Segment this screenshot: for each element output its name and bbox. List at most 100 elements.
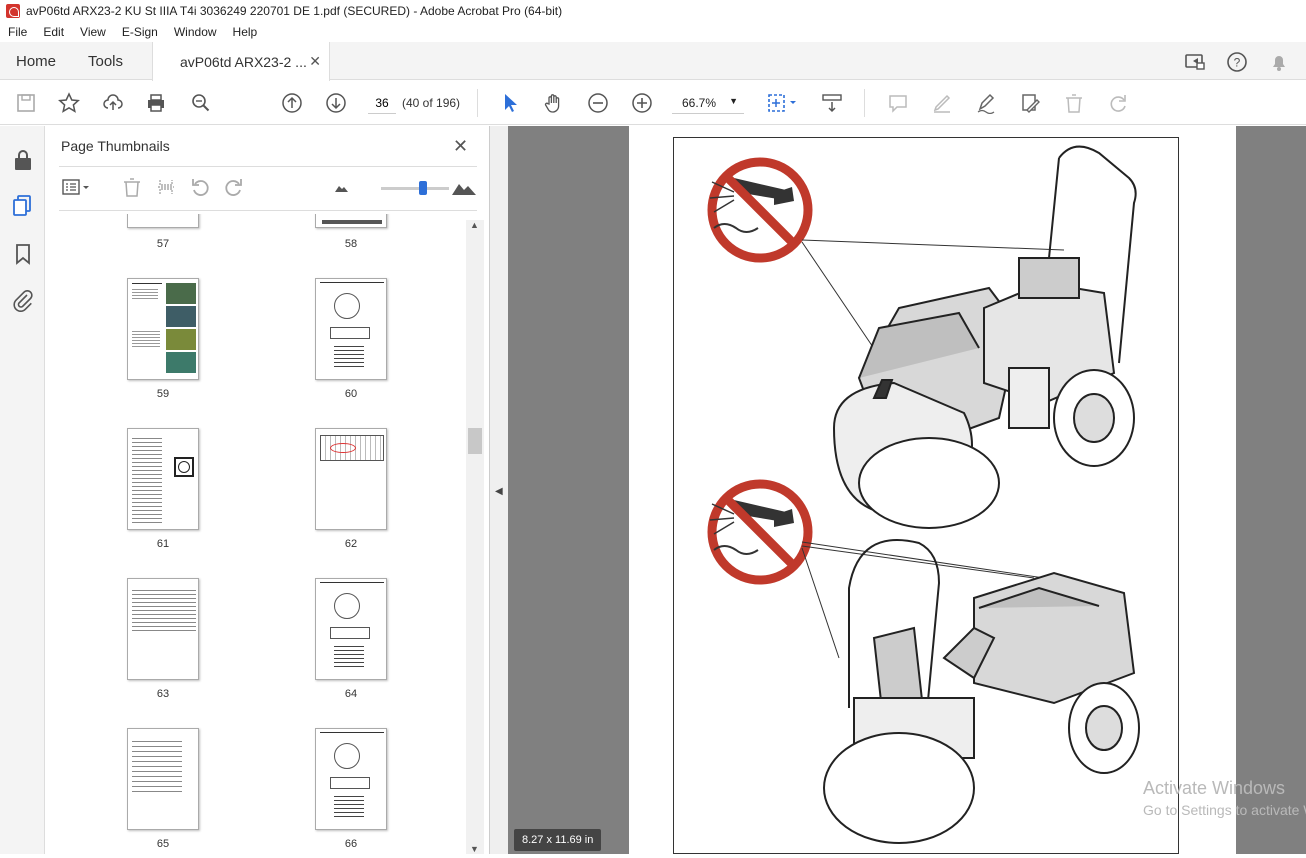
tab-bar: Home Tools avP06td ARX23-2 ... ✕ ? bbox=[0, 42, 1306, 81]
menu-esign[interactable]: E-Sign bbox=[114, 25, 166, 39]
no-pressure-washer-sign-top bbox=[707, 157, 813, 263]
menu-view[interactable]: View bbox=[72, 25, 114, 39]
page-frame bbox=[673, 137, 1179, 854]
extract-page-icon[interactable] bbox=[155, 176, 177, 198]
document-viewer[interactable]: 8.27 x 11.69 in bbox=[508, 126, 1306, 854]
share-screen-icon[interactable] bbox=[1184, 51, 1206, 73]
title-bar: avP06td ARX23-2 KU St IIIA T4i 3036249 2… bbox=[0, 0, 1306, 22]
thumbnail-scrollbar[interactable]: ▲ ▼ bbox=[466, 220, 484, 854]
close-panel-icon[interactable]: ✕ bbox=[453, 136, 468, 157]
attachments-paperclip-icon[interactable] bbox=[11, 288, 35, 312]
page-label-58: 58 bbox=[344, 238, 358, 250]
pdf-page bbox=[629, 126, 1236, 854]
page-thumbnail-65[interactable] bbox=[127, 728, 199, 830]
lock-icon[interactable] bbox=[11, 148, 35, 172]
page-thumbnail-63[interactable] bbox=[127, 578, 199, 680]
page-thumbnails-panel: Page Thumbnails ✕ 57 58 59 60 61 62 63 6… bbox=[45, 126, 490, 854]
scrollbar-thumb[interactable] bbox=[468, 428, 482, 454]
search-zoom-icon[interactable] bbox=[189, 91, 213, 115]
page-label-59: 59 bbox=[156, 388, 170, 400]
thumbnail-size-slider[interactable] bbox=[381, 181, 449, 195]
menu-window[interactable]: Window bbox=[166, 25, 225, 39]
page-thumbnails-icon[interactable] bbox=[11, 194, 35, 218]
page-label-62: 62 bbox=[344, 538, 358, 550]
tab-home[interactable]: Home bbox=[16, 42, 56, 80]
panel-divider bbox=[59, 166, 477, 167]
watermark-line-2: Go to Settings to activate Windows. bbox=[1143, 802, 1306, 818]
acrobat-pdf-icon bbox=[6, 4, 20, 18]
main-toolbar: (40 of 196) 66.7% ▼ bbox=[0, 81, 1306, 125]
scroll-mode-icon[interactable] bbox=[820, 91, 844, 115]
page-thumbnail-60[interactable] bbox=[315, 278, 387, 380]
menu-help[interactable]: Help bbox=[225, 25, 266, 39]
chevron-down-icon: ▼ bbox=[729, 96, 738, 106]
page-thumbnail-58[interactable] bbox=[315, 214, 387, 228]
thumbnail-toolbar bbox=[59, 174, 477, 202]
highlight-pen-icon[interactable] bbox=[930, 91, 954, 115]
menu-bar: File Edit View E-Sign Window Help bbox=[0, 22, 1306, 42]
page-count-label: (40 of 196) bbox=[402, 96, 461, 110]
page-size-label: 8.27 x 11.69 in bbox=[514, 829, 602, 851]
window-title: avP06td ARX23-2 KU St IIIA T4i 3036249 2… bbox=[26, 4, 563, 18]
no-pressure-washer-sign-bottom bbox=[707, 479, 813, 585]
upload-cloud-icon[interactable] bbox=[101, 91, 125, 115]
bookmarks-icon[interactable] bbox=[11, 242, 35, 266]
fit-page-icon[interactable] bbox=[765, 91, 801, 115]
select-cursor-icon[interactable] bbox=[498, 91, 522, 115]
page-thumbnail-66[interactable] bbox=[315, 728, 387, 830]
save-icon[interactable] bbox=[14, 91, 38, 115]
page-label-64: 64 bbox=[344, 688, 358, 700]
svg-text:?: ? bbox=[1234, 56, 1241, 70]
page-thumbnail-61[interactable] bbox=[127, 428, 199, 530]
zoom-in-icon[interactable] bbox=[630, 91, 654, 115]
page-thumbnail-62[interactable] bbox=[315, 428, 387, 530]
next-page-icon[interactable] bbox=[324, 91, 348, 115]
notifications-bell-icon[interactable] bbox=[1268, 51, 1290, 73]
thumbnail-list: 57 58 59 60 61 62 63 64 65 66 bbox=[45, 214, 465, 854]
rotate-counterclockwise-icon[interactable] bbox=[189, 176, 211, 198]
print-icon[interactable] bbox=[144, 91, 168, 115]
hand-tool-icon[interactable] bbox=[542, 91, 566, 115]
panel-divider bbox=[59, 210, 477, 211]
zoom-level-value: 66.7% bbox=[682, 95, 717, 110]
zoom-level-dropdown[interactable]: 66.7% ▼ bbox=[672, 92, 744, 114]
page-label-61: 61 bbox=[156, 538, 170, 550]
close-tab-icon[interactable]: ✕ bbox=[309, 53, 321, 70]
smaller-thumbnails-icon[interactable] bbox=[331, 176, 353, 198]
menu-edit[interactable]: Edit bbox=[35, 25, 72, 39]
page-thumbnail-64[interactable] bbox=[315, 578, 387, 680]
panel-title: Page Thumbnails bbox=[61, 138, 170, 154]
menu-file[interactable]: File bbox=[0, 25, 35, 39]
tab-tools[interactable]: Tools bbox=[88, 42, 123, 80]
page-thumbnail-59[interactable] bbox=[127, 278, 199, 380]
page-number-input[interactable] bbox=[368, 92, 396, 114]
stamp-icon[interactable] bbox=[1018, 91, 1042, 115]
page-label-63: 63 bbox=[156, 688, 170, 700]
collapse-arrow-icon: ◀ bbox=[495, 486, 503, 497]
page-label-57: 57 bbox=[156, 238, 170, 250]
tab-document[interactable]: avP06td ARX23-2 ... ✕ bbox=[152, 42, 330, 81]
delete-page-icon[interactable] bbox=[121, 176, 143, 198]
toolbar-divider bbox=[864, 89, 865, 117]
help-icon[interactable]: ? bbox=[1226, 51, 1248, 73]
redo-icon[interactable] bbox=[1106, 91, 1130, 115]
page-label-65: 65 bbox=[156, 838, 170, 850]
comment-icon[interactable] bbox=[886, 91, 910, 115]
rotate-clockwise-icon[interactable] bbox=[223, 176, 245, 198]
scroll-down-arrow-icon[interactable]: ▼ bbox=[470, 844, 479, 854]
slider-knob[interactable] bbox=[419, 181, 427, 195]
toolbar-divider bbox=[477, 89, 478, 117]
watermark-line-1: Activate Windows bbox=[1143, 778, 1286, 798]
panel-collapse-handle[interactable]: ◀ bbox=[490, 126, 508, 854]
draw-pen-icon[interactable] bbox=[974, 91, 998, 115]
zoom-out-icon[interactable] bbox=[586, 91, 610, 115]
bookmark-star-icon[interactable] bbox=[57, 91, 81, 115]
left-navigation-rail bbox=[0, 126, 45, 854]
delete-trash-icon[interactable] bbox=[1062, 91, 1086, 115]
scroll-up-arrow-icon[interactable]: ▲ bbox=[470, 220, 479, 230]
previous-page-icon[interactable] bbox=[280, 91, 304, 115]
larger-thumbnails-icon[interactable] bbox=[451, 176, 476, 198]
thumbnail-options-icon[interactable] bbox=[61, 176, 89, 198]
page-thumbnail-57[interactable] bbox=[127, 214, 199, 228]
roller-illustration bbox=[707, 145, 1140, 844]
